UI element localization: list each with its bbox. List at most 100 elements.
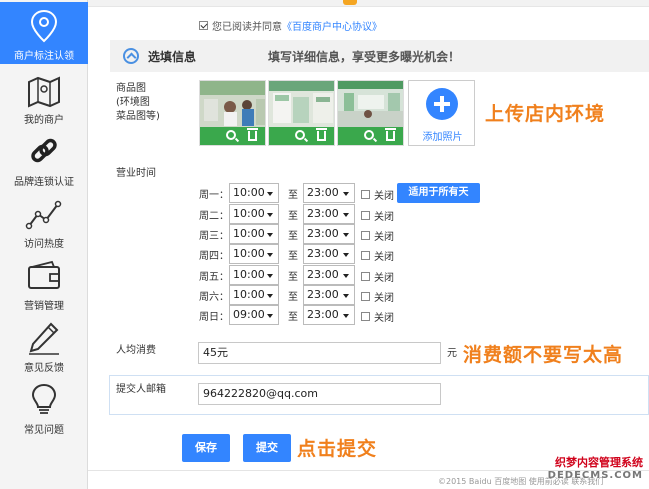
top-strip-marker — [343, 0, 357, 5]
sidebar-item-faq[interactable]: 常见问题 — [0, 376, 88, 438]
avg-spend-input[interactable]: 45元 — [198, 342, 441, 364]
sidebar-item-label: 访问热度 — [24, 239, 64, 250]
add-photo-button[interactable]: 添加照片 — [408, 80, 475, 146]
annotation-click-submit: 点击提交 — [297, 438, 378, 460]
lightbulb-icon — [31, 383, 57, 414]
to-label: 至 — [288, 211, 298, 222]
optional-info-header[interactable]: 选填信息 填写详细信息，享受更多曝光机会！ — [110, 40, 649, 72]
close-time-select[interactable]: 23:00 — [303, 183, 355, 203]
closed-label: 关闭 — [374, 293, 394, 304]
day-label: 周二： — [199, 211, 229, 222]
closed-toggle[interactable]: 关闭 — [361, 309, 394, 324]
closed-checkbox[interactable] — [361, 272, 370, 281]
sidebar-item-brand-chain[interactable]: 品牌连锁认证 — [0, 128, 88, 190]
watermark-line: 织梦内容管理系统 — [555, 456, 643, 469]
photos-label-line: (环境图 — [116, 97, 150, 108]
avg-spend-unit: 元 — [447, 348, 457, 359]
store-photo[interactable] — [268, 80, 335, 146]
open-time-select[interactable]: 10:00 — [229, 265, 279, 285]
hours-row: 周一： 10:00 至 23:00 关闭 — [199, 183, 399, 203]
sidebar-item-label: 品牌连锁认证 — [14, 177, 74, 188]
close-time-select[interactable]: 23:00 — [303, 204, 355, 224]
store-photo[interactable] — [199, 80, 266, 146]
close-time-select[interactable]: 23:00 — [303, 305, 355, 325]
store-photo-image — [269, 81, 334, 129]
closed-checkbox[interactable] — [361, 312, 370, 321]
to-label: 至 — [288, 312, 298, 323]
closed-toggle[interactable]: 关闭 — [361, 187, 394, 202]
chain-link-icon — [31, 138, 57, 163]
hours-row: 周四： 10:00 至 23:00 关闭 — [199, 244, 399, 264]
hours-row: 周日： 09:00 至 23:00 关闭 — [199, 305, 399, 325]
close-time-select[interactable]: 23:00 — [303, 224, 355, 244]
map-pin-icon — [30, 9, 58, 43]
closed-label: 关闭 — [374, 313, 394, 324]
open-time-select[interactable]: 10:00 — [229, 224, 279, 244]
closed-label: 关闭 — [374, 212, 394, 223]
zoom-icon[interactable] — [295, 130, 305, 140]
zoom-icon[interactable] — [226, 130, 236, 140]
sidebar-item-label: 常见问题 — [24, 425, 64, 436]
to-label: 至 — [288, 231, 298, 242]
open-time-select[interactable]: 10:00 — [229, 204, 279, 224]
section-title: 选填信息 — [148, 50, 197, 64]
photo-toolbar — [200, 127, 265, 145]
sidebar-item-label: 营销管理 — [24, 301, 64, 312]
delete-icon[interactable] — [247, 128, 258, 141]
open-time-select[interactable]: 10:00 — [229, 244, 279, 264]
consent-checkbox[interactable] — [199, 21, 208, 30]
closed-checkbox[interactable] — [361, 251, 370, 260]
email-input[interactable]: 964222820@qq.com — [198, 383, 441, 405]
closed-toggle[interactable]: 关闭 — [361, 248, 394, 263]
email-label: 提交人邮箱 — [116, 384, 166, 395]
delete-icon[interactable] — [316, 128, 327, 141]
submit-button[interactable]: 提交 — [243, 434, 291, 462]
pencil-icon — [29, 322, 59, 355]
close-time-select[interactable]: 23:00 — [303, 244, 355, 264]
to-label: 至 — [288, 190, 298, 201]
to-label: 至 — [288, 292, 298, 303]
apply-all-days-button[interactable]: 适用于所有天 — [397, 183, 480, 203]
closed-checkbox[interactable] — [361, 190, 370, 199]
open-time-select[interactable]: 09:00 — [229, 305, 279, 325]
sidebar-item-merchant-claim[interactable]: 商户标注认领 — [0, 2, 88, 64]
store-photo[interactable] — [337, 80, 404, 146]
closed-toggle[interactable]: 关闭 — [361, 289, 394, 304]
closed-checkbox[interactable] — [361, 231, 370, 240]
open-time-select[interactable]: 10:00 — [229, 183, 279, 203]
photos-label: 商品图 (环境图 菜品图等) — [116, 82, 160, 124]
closed-checkbox[interactable] — [361, 292, 370, 301]
hours-row: 周二： 10:00 至 23:00 关闭 — [199, 204, 399, 224]
closed-toggle[interactable]: 关闭 — [361, 208, 394, 223]
photo-toolbar — [269, 127, 334, 145]
closed-toggle[interactable]: 关闭 — [361, 228, 394, 243]
closed-label: 关闭 — [374, 252, 394, 263]
closed-toggle[interactable]: 关闭 — [361, 269, 394, 284]
sidebar: 商户标注认领 我的商户 品牌连锁认证 访问热度 营销管理 意见反馈 常见问题 — [0, 0, 88, 489]
save-button[interactable]: 保存 — [182, 434, 230, 462]
consent-row: 您已阅读并同意 《百度商户中心协议》 — [199, 18, 382, 33]
add-photo-label: 添加照片 — [422, 132, 463, 143]
sidebar-item-label: 意见反馈 — [24, 363, 64, 374]
wallet-icon — [28, 260, 60, 289]
hours-label: 营业时间 — [116, 168, 156, 179]
day-label: 周一： — [199, 190, 229, 201]
to-label: 至 — [288, 272, 298, 283]
sidebar-item-visit-heat[interactable]: 访问热度 — [0, 190, 88, 252]
collapse-chevron-icon[interactable] — [123, 48, 139, 64]
close-time-select[interactable]: 23:00 — [303, 265, 355, 285]
agreement-link[interactable]: 《百度商户中心协议》 — [282, 18, 382, 33]
open-time-select[interactable]: 10:00 — [229, 285, 279, 305]
top-strip — [88, 0, 649, 7]
sidebar-item-marketing[interactable]: 营销管理 — [0, 252, 88, 314]
sidebar-item-feedback[interactable]: 意见反馈 — [0, 314, 88, 376]
zoom-icon[interactable] — [364, 130, 374, 140]
closed-label: 关闭 — [374, 232, 394, 243]
close-time-select[interactable]: 23:00 — [303, 285, 355, 305]
annotation-upload-environment: 上传店内环境 — [485, 103, 606, 125]
watermark: 织梦内容管理系统 DEDECMS.COM — [523, 454, 643, 481]
delete-icon[interactable] — [385, 128, 396, 141]
closed-checkbox[interactable] — [361, 211, 370, 220]
sidebar-item-my-merchants[interactable]: 我的商户 — [0, 66, 88, 128]
day-label: 周五： — [199, 272, 229, 283]
